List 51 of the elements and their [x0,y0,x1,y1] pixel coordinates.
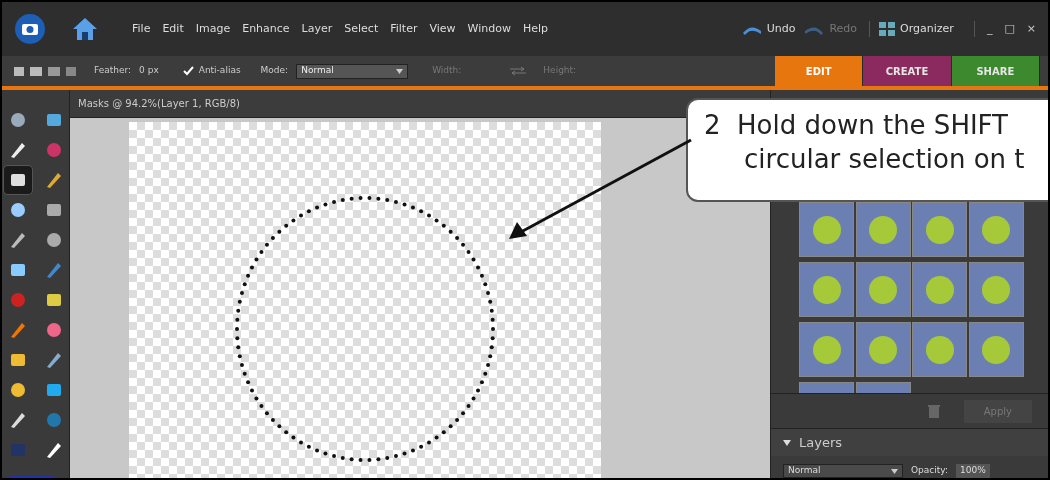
blend-mode-dropdown[interactable]: Normal [783,464,903,478]
grid-icon [878,21,897,37]
effect-thumbnail[interactable] [799,202,854,257]
effect-thumbnail[interactable] [799,262,854,317]
window-control[interactable]: _ [986,20,993,38]
effect-thumbnail[interactable] [855,322,911,377]
effect-thumbnail[interactable] [968,202,1024,257]
layers-panel-header[interactable]: Layers [771,428,1048,456]
feather-label: Feather: [94,64,132,78]
mode-label: Mode: [260,64,289,78]
collapse-caret-icon [783,439,791,446]
effect-thumbnail[interactable] [855,262,911,317]
tool-button[interactable] [3,166,32,194]
document-title: Masks @ 94.2%(Layer 1, RGB/8) [78,97,240,111]
feather-field[interactable]: 0 px [139,64,159,78]
effect-thumbnail[interactable] [799,322,854,377]
menu-item[interactable]: Edit [162,20,184,38]
effect-thumbnail[interactable] [912,202,967,257]
checkmark-icon [182,66,194,76]
anti-alias-checkbox[interactable]: Anti-alias [182,64,241,78]
camera-icon[interactable] [14,13,46,45]
callout-text: 2 Hold down the SHIFT [704,109,1009,142]
undo-button[interactable]: Undo [740,20,796,38]
menu-item[interactable]: Enhance [242,20,290,38]
opacity-label: Opacity: [911,464,948,478]
menu-item[interactable]: Help [522,20,549,38]
opacity-field[interactable]: 100% [956,464,990,478]
menu-item[interactable]: Filter [390,20,418,38]
mode-dropdown[interactable]: Normal [296,63,409,79]
menu-item[interactable]: View [429,20,456,38]
effect-thumbnail[interactable] [912,262,967,317]
dropdown-caret-icon [396,68,404,74]
menu-item[interactable]: File [132,20,151,38]
effect-thumbnail[interactable] [855,202,911,257]
window-control[interactable]: □ [1004,20,1015,38]
mode-tab[interactable]: CREATE [863,56,952,86]
selection-mode-icons[interactable] [14,65,78,77]
swap-arrows-icon[interactable] [509,66,528,76]
trash-icon[interactable] [927,404,940,418]
menu-item[interactable]: Select [344,20,379,38]
menu-item[interactable]: Window [467,20,511,38]
menu-item[interactable]: Image [195,20,231,38]
window-control[interactable]: × [1026,20,1036,38]
organizer-button[interactable]: Organizer [869,20,954,38]
width-label: Width: [432,64,462,78]
effect-thumbnail[interactable] [968,262,1024,317]
effect-thumbnail[interactable] [912,322,967,377]
callout-text: circular selection on t [743,143,1026,176]
effect-thumbnail[interactable] [968,322,1024,377]
dropdown-caret-icon [891,468,898,474]
menu-item[interactable]: Layer [301,20,333,38]
